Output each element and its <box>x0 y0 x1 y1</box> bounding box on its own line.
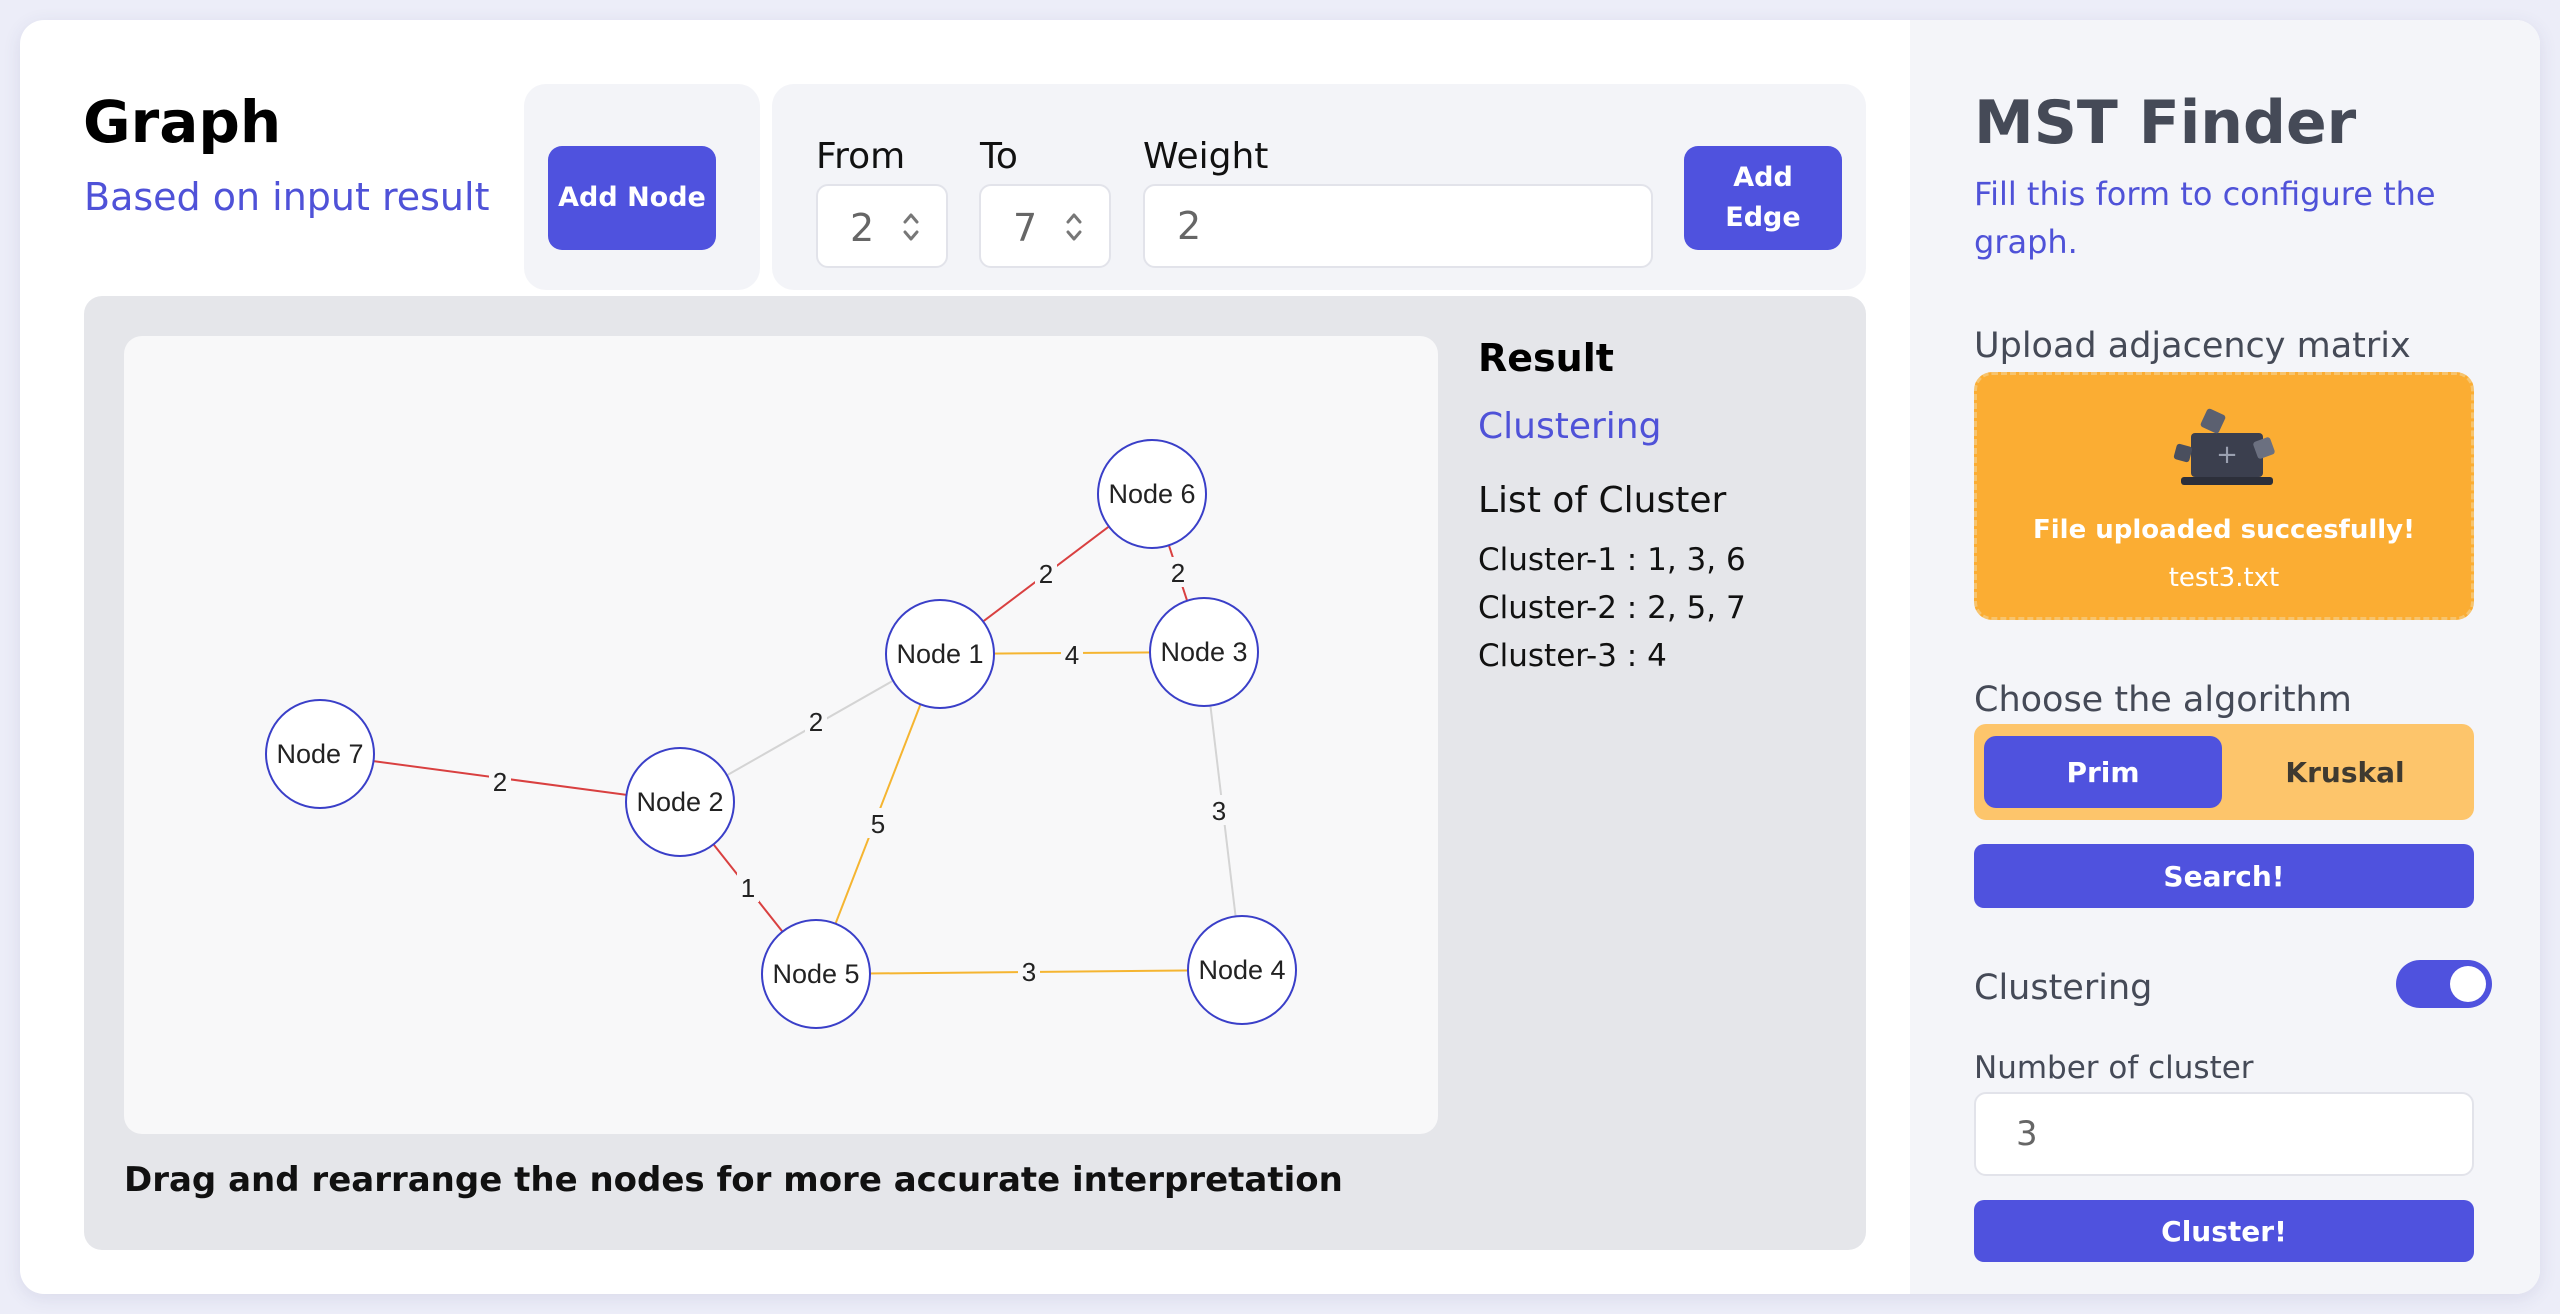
edge-weight-label: 3 <box>1212 796 1226 826</box>
laptop-upload-icon: + <box>2173 408 2275 485</box>
config-sidebar: MST Finder Fill this form to configure t… <box>1910 20 2540 1294</box>
cluster-list: Cluster-1 : 1, 3, 6 Cluster-2 : 2, 5, 7 … <box>1478 536 1746 680</box>
graph-node[interactable]: Node 2 <box>625 747 735 857</box>
weight-label: Weight <box>1143 136 1269 177</box>
node-label: Node 7 <box>276 739 363 769</box>
page-title: Graph <box>83 88 282 156</box>
spinner-icon[interactable] <box>1065 210 1083 244</box>
upload-dropzone[interactable]: + File uploaded succesfully! test3.txt <box>1974 372 2474 620</box>
add-edge-panel: From To Weight 2 7 2 Add Edge <box>772 84 1866 290</box>
graph-svg[interactable]: 2 2 4 2 5 2 1 3 3 Node 1 Node 2 Node 3 Node 4 Node 5 N… <box>124 336 1438 1134</box>
node-label: Node 1 <box>896 639 983 669</box>
edge-weight-label: 4 <box>1065 640 1079 670</box>
edge-weight-label: 2 <box>493 767 507 797</box>
graph-node[interactable]: Node 1 <box>885 599 995 709</box>
node-label: Node 4 <box>1198 955 1285 985</box>
sidebar-title: MST Finder <box>1974 88 2357 158</box>
edge-weight-label: 1 <box>741 873 755 903</box>
list-item: Cluster-2 : 2, 5, 7 <box>1478 590 1746 626</box>
upload-status: File uploaded succesfully! <box>2033 515 2415 545</box>
edge-weight-label: 2 <box>1171 558 1185 588</box>
algorithm-prim-button[interactable]: Prim <box>1984 736 2222 808</box>
cluster-button[interactable]: Cluster! <box>1974 1200 2474 1262</box>
graph-node[interactable]: Node 6 <box>1097 439 1207 549</box>
algorithm-label: Choose the algorithm <box>1974 680 2352 720</box>
clustering-label: Clustering <box>1974 968 2153 1008</box>
from-label: From <box>816 136 906 177</box>
edge-weight-label: 3 <box>1022 957 1036 987</box>
add-edge-button[interactable]: Add Edge <box>1684 146 1842 250</box>
edge-weight-label: 2 <box>809 707 823 737</box>
edge-weight-label: 2 <box>1039 559 1053 589</box>
from-select[interactable]: 2 <box>816 184 948 268</box>
graph-section: Graph Based on input result Add Node Fro… <box>20 20 1910 1294</box>
toggle-knob <box>2450 966 2486 1002</box>
node-label: Node 2 <box>636 787 723 817</box>
graph-node[interactable]: Node 7 <box>265 699 375 809</box>
clustering-toggle[interactable] <box>2396 960 2492 1008</box>
algorithm-kruskal-button[interactable]: Kruskal <box>2226 736 2464 808</box>
graph-node[interactable]: Node 4 <box>1187 915 1297 1025</box>
search-button[interactable]: Search! <box>1974 844 2474 908</box>
drag-hint: Drag and rearrange the nodes for more ac… <box>124 1160 1343 1200</box>
num-cluster-input[interactable]: 3 <box>1974 1092 2474 1176</box>
add-node-panel: Add Node <box>524 84 760 290</box>
add-node-button[interactable]: Add Node <box>548 146 716 250</box>
graph-node[interactable]: Node 5 <box>761 919 871 1029</box>
page-subtitle: Based on input result <box>84 175 490 219</box>
weight-input[interactable]: 2 <box>1143 184 1653 268</box>
graph-node[interactable]: Node 3 <box>1149 597 1259 707</box>
upload-filename: test3.txt <box>2168 563 2280 593</box>
edge-weight-label: 5 <box>871 809 885 839</box>
node-label: Node 5 <box>772 959 859 989</box>
node-label: Node 3 <box>1160 637 1247 667</box>
cluster-list-heading: List of Cluster <box>1478 480 1727 521</box>
to-value: 7 <box>1013 206 1038 250</box>
sidebar-subtitle: Fill this form to configure the graph. <box>1974 175 2436 261</box>
svg-text:+: + <box>2216 440 2238 470</box>
result-mode: Clustering <box>1478 406 1662 447</box>
app-card: Graph Based on input result Add Node Fro… <box>20 20 2540 1294</box>
list-item: Cluster-1 : 1, 3, 6 <box>1478 542 1746 578</box>
result-title: Result <box>1478 336 1614 380</box>
to-label: To <box>980 136 1018 177</box>
list-item: Cluster-3 : 4 <box>1478 638 1667 674</box>
spinner-icon[interactable] <box>902 210 920 244</box>
graph-area: 2 2 4 2 5 2 1 3 3 Node 1 Node 2 Node 3 Node 4 Node 5 N… <box>84 296 1866 1250</box>
upload-label: Upload adjacency matrix <box>1974 326 2411 366</box>
to-select[interactable]: 7 <box>979 184 1111 268</box>
from-value: 2 <box>850 206 875 250</box>
node-label: Node 6 <box>1108 479 1195 509</box>
algorithm-toggle: Prim Kruskal <box>1974 724 2474 820</box>
num-cluster-label: Number of cluster <box>1974 1050 2254 1086</box>
graph-canvas[interactable]: 2 2 4 2 5 2 1 3 3 Node 1 Node 2 Node 3 Node 4 Node 5 N… <box>124 336 1438 1134</box>
